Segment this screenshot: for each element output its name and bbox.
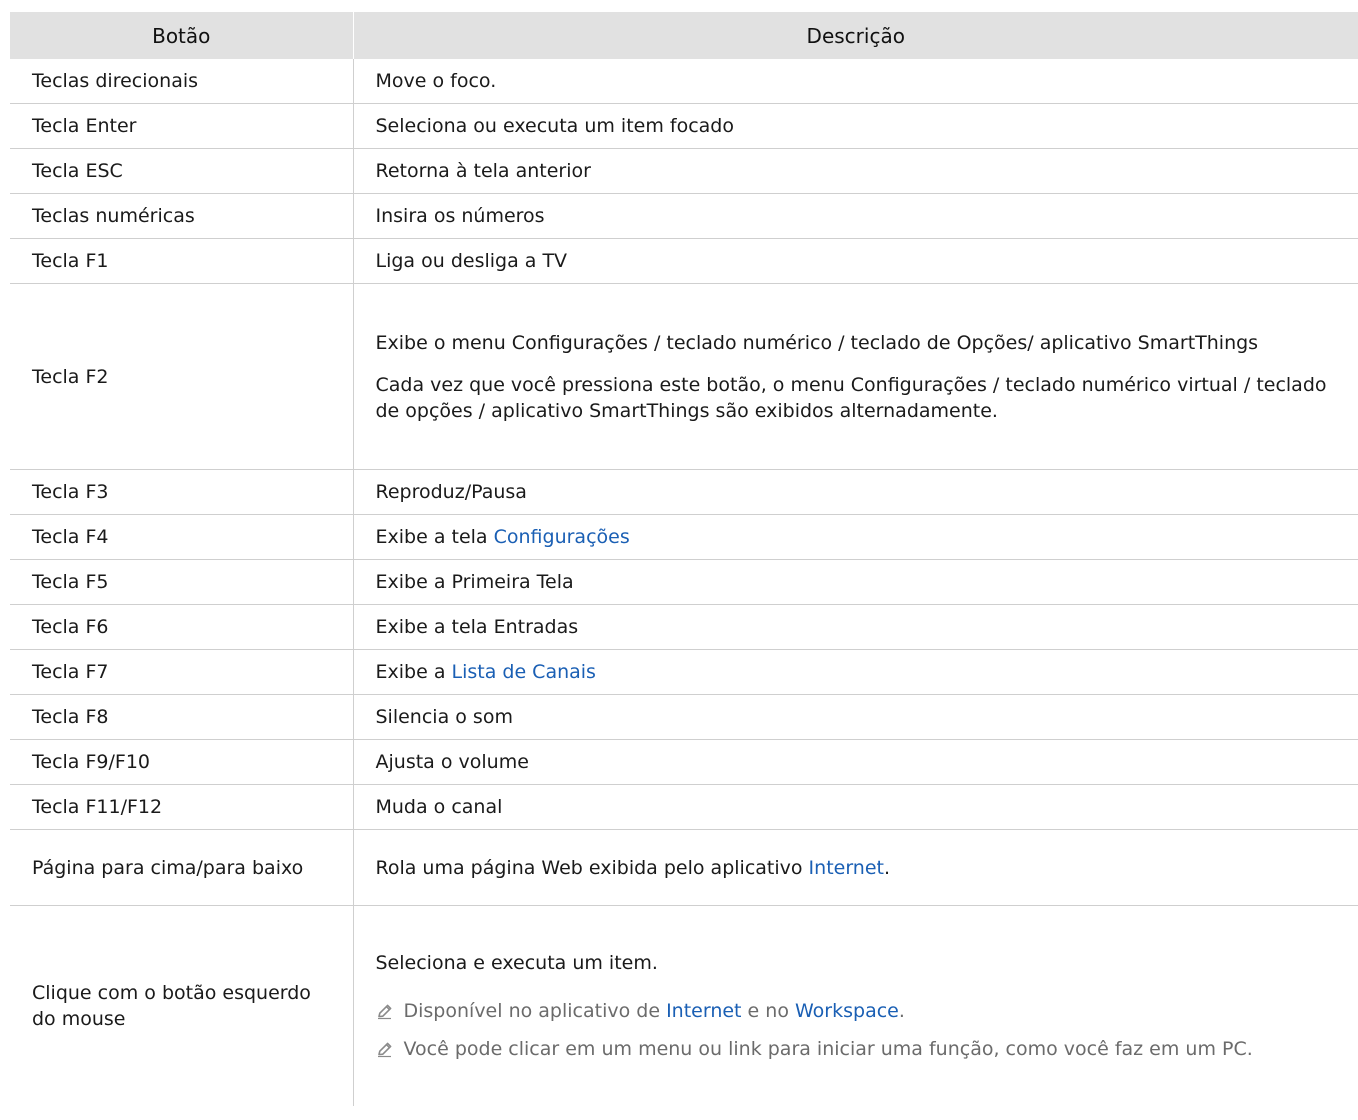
description-cell: Exibe a tela Entradas [352, 604, 1358, 650]
table-row: Tecla F9/F10 Ajusta o volume [10, 739, 1358, 785]
description-cell: Move o foco. [352, 59, 1358, 104]
note: Você pode clicar em um menu ou link para… [376, 1036, 1345, 1062]
table-row: Tecla F2 Exibe o menu Configurações / te… [10, 283, 1358, 470]
note-text-part: Disponível no aplicativo de [403, 1000, 667, 1022]
note-text: Você pode clicar em um menu ou link para… [403, 1038, 1253, 1060]
description-cell: Exibe a tela Configurações [352, 514, 1358, 560]
key-cell: Teclas numéricas [10, 193, 353, 239]
key-cell: Tecla Enter [10, 103, 353, 149]
description-paragraph: Exibe o menu Configurações / teclado num… [375, 331, 1259, 354]
description-cell: Muda o canal [352, 784, 1358, 830]
workspace-link[interactable]: Workspace [795, 1000, 899, 1022]
note-text-part: e no [741, 1000, 795, 1022]
description-cell: Ajusta o volume [352, 739, 1358, 785]
key-cell: Teclas direcionais [10, 59, 353, 104]
description-cell: Seleciona e executa um item. Disponível … [352, 905, 1358, 1106]
description-cell: Exibe a Lista de Canais [352, 649, 1358, 695]
description-paragraph: Cada vez que você pressiona este botão, … [375, 373, 1327, 422]
keyboard-shortcuts-table: Botão Descrição Teclas direcionais Move … [10, 12, 1358, 1106]
description-cell: Retorna à tela anterior [352, 148, 1358, 194]
table-row: Tecla F7 Exibe a Lista de Canais [10, 649, 1358, 695]
table-row: Tecla F1 Liga ou desliga a TV [10, 238, 1358, 284]
pencil-icon [376, 998, 404, 1020]
key-cell: Página para cima/para baixo [10, 829, 353, 906]
note-text-part: . [898, 1000, 905, 1022]
key-cell: Tecla F11/F12 [10, 784, 353, 830]
description-text: Exibe a tela [375, 526, 494, 548]
table-header-row: Botão Descrição [10, 12, 1358, 59]
key-cell: Tecla F7 [10, 649, 353, 695]
note: Disponível no aplicativo de Internet e n… [376, 998, 1345, 1024]
description-cell: Silencia o som [352, 694, 1358, 740]
table-row: Teclas direcionais Move o foco. [10, 59, 1358, 104]
description-text: Rola uma página Web exibida pelo aplicat… [375, 856, 809, 879]
key-cell: Clique com o botão esquerdo do mouse [32, 982, 311, 1030]
description-cell: Reproduz/Pausa [352, 469, 1358, 515]
description-paragraph: Seleciona e executa um item. [375, 952, 658, 974]
description-cell: Seleciona ou executa um item focado [352, 103, 1358, 149]
description-cell: Rola uma página Web exibida pelo aplicat… [352, 829, 1358, 906]
key-cell: Tecla F8 [10, 694, 353, 740]
channel-list-link[interactable]: Lista de Canais [452, 661, 596, 683]
key-cell: Tecla F5 [10, 559, 353, 605]
table-row: Tecla F4 Exibe a tela Configurações [10, 514, 1358, 560]
table-row: Tecla F6 Exibe a tela Entradas [10, 604, 1358, 650]
key-cell: Tecla F4 [10, 514, 353, 560]
table-row: Tecla F8 Silencia o som [10, 694, 1358, 740]
internet-link[interactable]: Internet [809, 857, 884, 879]
internet-link[interactable]: Internet [666, 1000, 741, 1022]
header-button: Botão [10, 12, 353, 59]
key-cell: Tecla F9/F10 [10, 739, 353, 785]
key-cell: Tecla F1 [10, 238, 353, 284]
table-row: Tecla ESC Retorna à tela anterior [10, 148, 1358, 194]
table-row: Tecla F5 Exibe a Primeira Tela [10, 559, 1358, 605]
description-cell: Exibe o menu Configurações / teclado num… [352, 283, 1358, 470]
description-cell: Liga ou desliga a TV [352, 238, 1358, 284]
table-row: Tecla Enter Seleciona ou executa um item… [10, 103, 1358, 149]
description-cell: Insira os números [352, 193, 1358, 239]
description-text: . [884, 856, 891, 879]
description-cell: Exibe a Primeira Tela [352, 559, 1358, 605]
description-text: Exibe a [375, 661, 452, 683]
table-row: Clique com o botão esquerdo do mouse Sel… [10, 905, 1358, 1106]
settings-link[interactable]: Configurações [494, 526, 630, 548]
table-row: Tecla F3 Reproduz/Pausa [10, 469, 1358, 515]
table-row: Página para cima/para baixo Rola uma pág… [10, 829, 1358, 906]
table-row: Tecla F11/F12 Muda o canal [10, 784, 1358, 830]
table-row: Teclas numéricas Insira os números [10, 193, 1358, 239]
pencil-icon [376, 1036, 404, 1058]
key-cell: Tecla F2 [10, 283, 353, 470]
note-text: Disponível no aplicativo de Internet e n… [404, 998, 905, 1024]
header-description: Descrição [352, 12, 1358, 59]
key-cell: Tecla ESC [10, 148, 353, 194]
key-cell: Tecla F3 [10, 469, 353, 515]
key-cell: Tecla F6 [10, 604, 353, 650]
